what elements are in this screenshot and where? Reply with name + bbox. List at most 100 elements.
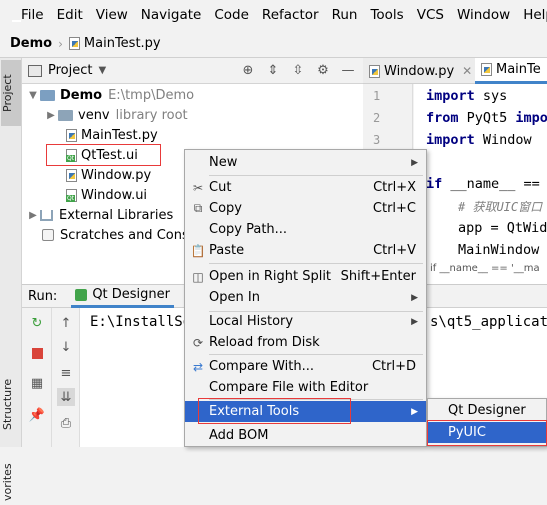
- menu-item-local-history[interactable]: Local History ▶: [185, 311, 426, 332]
- run-toolbar: ↻ ▦ 📌: [22, 308, 52, 447]
- folder-icon: [58, 109, 73, 121]
- chevron-right-icon[interactable]: ▶: [26, 210, 40, 221]
- close-icon[interactable]: ✕: [462, 64, 472, 78]
- line-number: 2: [373, 111, 381, 125]
- line-number: 1: [373, 89, 381, 103]
- submenu-arrow-icon: ▶: [411, 292, 418, 303]
- menu-navigate[interactable]: Navigate: [134, 7, 208, 23]
- menu-item-copy-path[interactable]: Copy Path...: [185, 219, 426, 240]
- menu-item-shortcut: Ctrl+C: [372, 201, 416, 216]
- layout-icon[interactable]: ▦: [28, 374, 46, 392]
- tree-item-window-ui[interactable]: Window.ui: [66, 185, 147, 205]
- locate-target-icon[interactable]: ⊕: [239, 61, 257, 79]
- menu-view[interactable]: View: [89, 7, 134, 23]
- tab-qt-designer[interactable]: Qt Designer: [71, 284, 175, 308]
- python-file-icon: [66, 128, 77, 142]
- code-keyword: impo: [515, 110, 547, 126]
- favorites-tool-tab[interactable]: vorites: [1, 460, 21, 505]
- scratches-icon: [42, 229, 54, 241]
- annotation-highlight-box: [198, 398, 351, 424]
- menu-item-reload[interactable]: ⟳ Reload from Disk: [185, 332, 426, 353]
- qt-ui-file-icon: [66, 188, 77, 202]
- tree-item-external-libraries[interactable]: ▶ External Libraries: [26, 205, 173, 225]
- menu-separator: [209, 354, 423, 355]
- tab-maintest[interactable]: MainTe: [475, 58, 547, 84]
- menu-run[interactable]: Run: [325, 7, 364, 23]
- menu-item-open-right-split[interactable]: ◫ Open in Right Split Shift+Enter: [185, 266, 426, 287]
- arrow-down-icon[interactable]: ↓: [57, 338, 75, 356]
- submenu-item-qt-designer[interactable]: Qt Designer: [428, 400, 546, 421]
- tree-item-label: Demo: [60, 87, 103, 103]
- context-menu: New ▶ ✂ Cut Ctrl+X ⧉ Copy Ctrl+C Copy Pa…: [184, 149, 427, 447]
- stop-icon[interactable]: [28, 344, 46, 362]
- code-text: PyQt5: [458, 110, 516, 126]
- tree-item-label: venv: [78, 107, 110, 123]
- arrow-up-icon[interactable]: ↑: [57, 314, 75, 332]
- tab-label: Qt Designer: [92, 287, 171, 302]
- menu-item-open-in[interactable]: Open In ▶: [185, 287, 426, 308]
- console-line: E:\InstallSo: [90, 314, 192, 330]
- menu-vcs[interactable]: VCS: [410, 7, 450, 23]
- chevron-right-icon[interactable]: ▶: [44, 110, 58, 121]
- minimize-icon[interactable]: —: [339, 61, 357, 79]
- menu-item-label: Cut: [209, 180, 232, 195]
- menu-item-compare-file-editor[interactable]: Compare File with Editor: [185, 377, 426, 398]
- tree-item-scratches[interactable]: Scratches and Conso: [42, 225, 197, 245]
- pin-icon[interactable]: 📌: [28, 406, 46, 424]
- menu-window[interactable]: Window: [450, 7, 516, 23]
- tree-item-hint: E:\tmp\Demo: [108, 87, 195, 103]
- menu-tools[interactable]: Tools: [363, 7, 409, 23]
- menu-item-paste[interactable]: 📋 Paste Ctrl+V: [185, 240, 426, 261]
- menu-item-label: Open In: [209, 290, 260, 305]
- menu-help[interactable]: Help: [516, 7, 547, 23]
- tree-item-window-py[interactable]: Window.py: [66, 165, 151, 185]
- menu-refactor[interactable]: Refactor: [255, 7, 325, 23]
- soft-wrap-icon[interactable]: ≡: [57, 364, 75, 382]
- tab-label: Window.py: [384, 63, 455, 79]
- expand-all-icon[interactable]: ⇕: [264, 61, 282, 79]
- menu-item-compare-with[interactable]: ⇄ Compare With... Ctrl+D: [185, 356, 426, 377]
- chevron-down-icon[interactable]: ▼: [98, 65, 106, 76]
- library-icon: [40, 209, 53, 221]
- cut-icon: ✂: [192, 180, 204, 195]
- tab-window-py[interactable]: Window.py ✕: [363, 58, 478, 84]
- project-panel-title[interactable]: Project: [48, 63, 92, 78]
- python-file-icon: [68, 37, 80, 50]
- menu-item-shortcut: Ctrl+X: [373, 180, 416, 195]
- code-line-1: import sys: [426, 88, 507, 104]
- code-line-5: if __name__ ==: [426, 176, 547, 192]
- code-editor[interactable]: import sys from PyQt5 impo import Window…: [414, 84, 547, 284]
- print-icon[interactable]: ⎙: [57, 414, 75, 432]
- project-tool-tab[interactable]: Project: [1, 60, 21, 126]
- tree-item-venv[interactable]: ▶ venv library root: [44, 105, 188, 125]
- collapse-all-icon[interactable]: ⇳: [289, 61, 307, 79]
- structure-tool-tab[interactable]: Structure: [1, 374, 21, 434]
- gear-icon[interactable]: ⚙: [314, 61, 332, 79]
- copy-icon: ⧉: [193, 201, 203, 215]
- menu-item-shortcut: Shift+Enter: [340, 269, 416, 284]
- submenu-arrow-icon: ▶: [411, 406, 418, 417]
- menu-item-copy[interactable]: ⧉ Copy Ctrl+C: [185, 198, 426, 219]
- menu-item-add-bom[interactable]: Add BOM: [185, 425, 426, 446]
- menu-item-label: Paste: [209, 243, 245, 258]
- breadcrumb-file[interactable]: MainTest.py: [84, 36, 161, 51]
- menu-code[interactable]: Code: [207, 7, 255, 23]
- tree-item-maintest[interactable]: MainTest.py: [66, 125, 158, 145]
- annotation-highlight-box: [46, 144, 161, 166]
- scroll-to-end-icon[interactable]: ⇊: [57, 388, 75, 406]
- rerun-icon[interactable]: ↻: [28, 314, 46, 332]
- run-toolbar-secondary: ↑ ↓ ≡ ⇊ ⎙: [52, 308, 80, 447]
- menu-edit[interactable]: Edit: [50, 7, 89, 23]
- menu-item-cut[interactable]: ✂ Cut Ctrl+X: [185, 177, 426, 198]
- menu-item-new[interactable]: New ▶: [185, 152, 426, 173]
- code-line-2: from PyQt5 impo: [426, 110, 547, 126]
- code-breadcrumb[interactable]: if __name__ == '__ma: [430, 263, 540, 274]
- submenu-arrow-icon: ▶: [411, 316, 418, 327]
- chevron-down-icon[interactable]: ▼: [26, 90, 40, 101]
- external-tools-submenu: Qt Designer PyUIC: [427, 398, 547, 447]
- code-line-7: app = QtWid: [458, 220, 547, 236]
- tree-item-demo[interactable]: ▼ Demo E:\tmp\Demo: [26, 85, 194, 105]
- code-line-3: import Window: [426, 132, 532, 148]
- menu-item-label: Copy Path...: [209, 222, 288, 237]
- breadcrumb-project[interactable]: Demo: [10, 36, 52, 51]
